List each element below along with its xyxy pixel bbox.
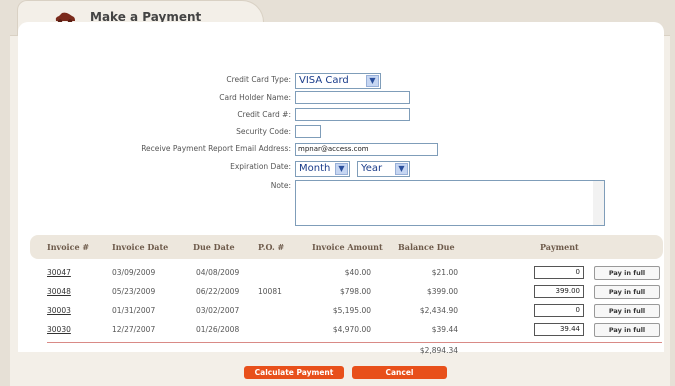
note-textarea[interactable] — [295, 180, 605, 226]
security-code-label: Security Code: — [236, 127, 291, 136]
invoice-link[interactable]: 30047 — [47, 268, 71, 277]
balance-due: $39.44 — [431, 325, 458, 334]
chevron-down-icon: ▼ — [395, 163, 408, 175]
invoice-link[interactable]: 30030 — [47, 325, 71, 334]
col-invoice-amount: Invoice Amount — [312, 242, 383, 252]
balance-due: $21.00 — [431, 268, 458, 277]
invoice-date: 12/27/2007 — [112, 325, 156, 334]
invoice-link[interactable]: 30048 — [47, 287, 71, 296]
expiration-year-select[interactable]: Year ▼ — [357, 161, 410, 177]
balance-due: $2,434.90 — [419, 306, 458, 315]
invoice-amount: $5,195.00 — [332, 306, 371, 315]
invoice-amount: $798.00 — [339, 287, 371, 296]
card-type-value: VISA Card — [299, 75, 349, 86]
invoice-amount: $40.00 — [344, 268, 371, 277]
pay-in-full-button[interactable]: Pay in full — [594, 285, 660, 299]
note-label: Note: — [270, 181, 291, 190]
balance-due: $399.00 — [426, 287, 458, 296]
po-number: 10081 — [258, 287, 282, 296]
email-input[interactable]: mpnar@access.com — [295, 143, 438, 156]
invoice-date: 03/09/2009 — [112, 268, 156, 277]
invoice-amount: $4,970.00 — [332, 325, 371, 334]
chevron-down-icon: ▼ — [366, 75, 379, 87]
expiration-label: Expiration Date: — [230, 162, 291, 171]
col-due-date: Due Date — [193, 242, 235, 252]
credit-card-number-input[interactable] — [295, 108, 410, 121]
invoice-date: 01/31/2007 — [112, 306, 156, 315]
card-number-label: Credit Card #: — [237, 110, 291, 119]
holder-name-label: Card Holder Name: — [219, 93, 291, 102]
expiration-month-select[interactable]: Month ▼ — [295, 161, 350, 177]
col-payment: Payment — [540, 242, 579, 252]
due-date: 04/08/2009 — [196, 268, 240, 277]
payment-input[interactable]: 0 — [534, 304, 584, 317]
cancel-button[interactable]: Cancel — [352, 366, 447, 379]
due-date: 01/26/2008 — [196, 325, 240, 334]
due-date: 06/22/2009 — [196, 287, 240, 296]
col-invoice-number: Invoice # — [47, 242, 90, 252]
pay-in-full-button[interactable]: Pay in full — [594, 266, 660, 280]
invoice-date: 05/23/2009 — [112, 287, 156, 296]
note-scrollbar[interactable] — [593, 181, 604, 225]
card-holder-name-input[interactable] — [295, 91, 410, 104]
payment-input[interactable]: 399.00 — [534, 285, 584, 298]
pay-in-full-button[interactable]: Pay in full — [594, 323, 660, 337]
total-divider — [47, 342, 662, 343]
payment-input[interactable]: 39.44 — [534, 323, 584, 336]
col-balance-due: Balance Due — [398, 242, 455, 252]
due-date: 03/02/2007 — [196, 306, 240, 315]
col-po-number: P.O. # — [258, 242, 285, 252]
total-balance: $2,894.34 — [419, 346, 458, 355]
pay-in-full-button[interactable]: Pay in full — [594, 304, 660, 318]
payment-input[interactable]: 0 — [534, 266, 584, 279]
card-type-select[interactable]: VISA Card ▼ — [295, 73, 381, 89]
chevron-down-icon: ▼ — [335, 163, 348, 175]
invoice-link[interactable]: 30003 — [47, 306, 71, 315]
year-value: Year — [361, 163, 383, 174]
col-invoice-date: Invoice Date — [112, 242, 169, 252]
month-value: Month — [299, 163, 331, 174]
calculate-payment-button[interactable]: Calculate Payment — [244, 366, 344, 379]
security-code-input[interactable] — [295, 125, 321, 138]
email-label: Receive Payment Report Email Address: — [141, 144, 291, 153]
note-field[interactable] — [295, 180, 605, 226]
card-type-label: Credit Card Type: — [226, 75, 291, 84]
